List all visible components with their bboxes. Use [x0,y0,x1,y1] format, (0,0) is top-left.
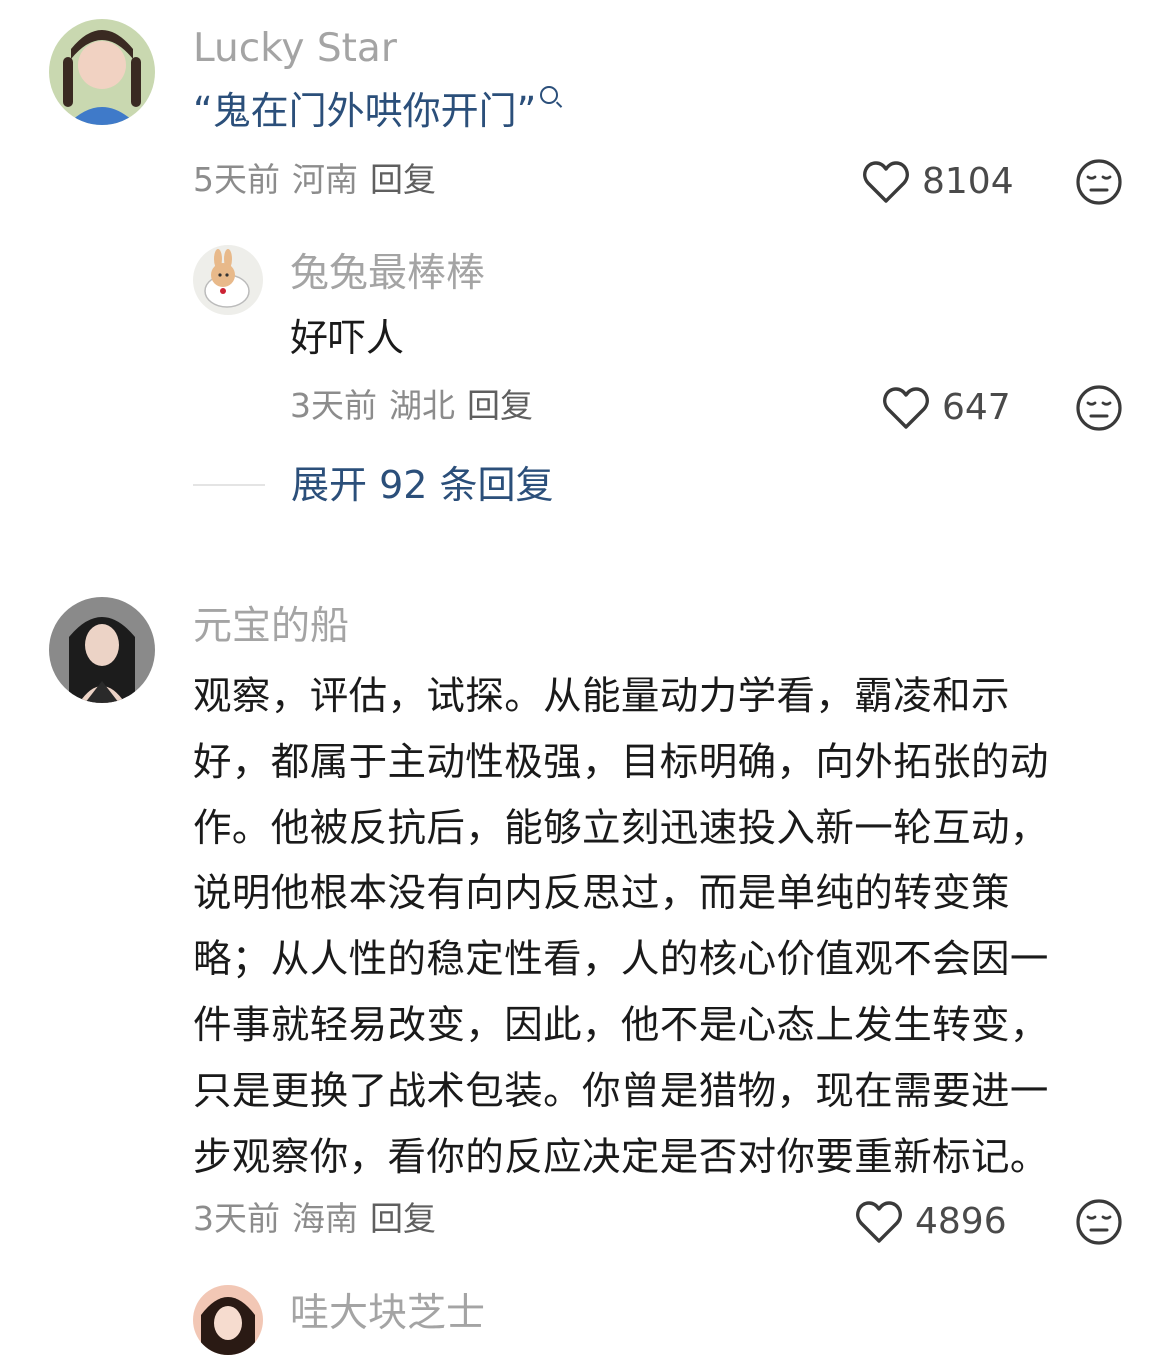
meh-face-icon [1076,159,1122,205]
comment-meta: 3天前 海南 回复 [193,1202,448,1235]
comment-text-line: 观察，评估，试探。从能量动力学看，霸凌和示 [193,674,1010,719]
avatar[interactable] [49,19,155,125]
like-button[interactable]: 647 [882,383,1011,433]
comment-text-line: 说明他根本没有向内反思过，而是单纯的转变策 [193,871,1010,917]
meh-face-icon [1076,385,1122,431]
comment-link-text[interactable]: “鬼在门外哄你开门” [193,89,536,133]
search-icon[interactable] [540,86,559,104]
like-button[interactable]: 4896 [855,1197,1007,1247]
heart-outline-icon [856,1201,902,1243]
reply-time: 3天前 [290,386,377,425]
comment-text-line: 步观察你，看你的反应决定是否对你要重新标记。 [193,1134,1049,1180]
comment-text-line: 只是更换了战术包装。你曾是猎物，现在需要进一 [193,1068,1049,1114]
heart-outline-icon [863,161,909,203]
expand-replies-label[interactable]: 展开 92 条回复 [291,466,554,504]
comment-text-line: 好，都属于主动性极强，目标明确，向外拓张的动 [193,739,1049,785]
reply-meta: 3天前 湖北 回复 [290,389,545,422]
like-button[interactable]: 8104 [862,157,1014,207]
heart-outline-icon [883,387,929,429]
comment-text-line: 作。他被反抗后，能够立刻迅速投入新一轮互动， [193,805,1049,851]
expand-replies-button[interactable]: 展开 92 条回复 [193,466,554,504]
username[interactable]: 元宝的船 [193,607,349,646]
comment-text: “鬼在门外哄你开门” [193,86,559,133]
username[interactable]: Lucky Star [193,29,397,68]
divider [193,484,265,486]
comment-time: 5天前 [193,160,280,199]
like-count: 4896 [915,1201,1007,1242]
like-count: 8104 [922,161,1014,202]
like-count: 647 [942,387,1011,428]
comment-time: 3天前 [193,1199,280,1238]
comment-location: 河南 [292,160,358,199]
reply-location: 湖北 [389,386,455,425]
dislike-button[interactable] [1075,1198,1123,1246]
comment-location: 海南 [292,1199,358,1238]
meh-face-icon [1076,1199,1122,1245]
reply-button[interactable]: 回复 [370,1199,436,1238]
comment-text-line: 件事就轻易改变，因此，他不是心态上发生转变， [193,1002,1049,1048]
avatar[interactable] [193,245,263,315]
reply-button[interactable]: 回复 [370,160,436,199]
dislike-button[interactable] [1075,158,1123,206]
avatar[interactable] [193,1285,263,1355]
comment-meta: 5天前 河南 回复 [193,163,448,196]
comment-text: 观察，评估，试探。从能量动力学看，霸凌和示 好，都属于主动性极强，目标明确，向外… [193,664,1123,1190]
reply-button[interactable]: 回复 [467,386,533,425]
comment-text-line: 略；从人性的稳定性看，人的核心价值观不会因一 [193,937,1049,983]
username[interactable]: 哇大块芝士 [290,1294,485,1333]
reply-text: 好吓人 [290,316,405,360]
avatar[interactable] [49,597,155,703]
username[interactable]: 兔兔最棒棒 [290,254,485,293]
dislike-button[interactable] [1075,384,1123,432]
